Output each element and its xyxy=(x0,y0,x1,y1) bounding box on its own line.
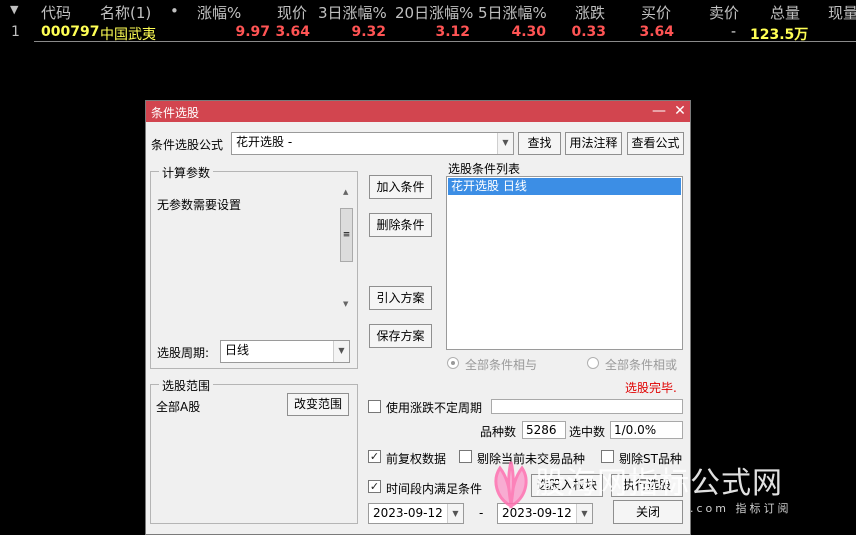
header-pct3[interactable]: 3日涨幅% xyxy=(318,2,387,23)
header-name[interactable]: 名称(1) xyxy=(100,2,151,23)
import-plan-button[interactable]: 引入方案 xyxy=(369,286,432,310)
all-or-label: 全部条件相或 xyxy=(605,358,678,372)
period-select[interactable]: 日线 ▼ xyxy=(220,340,350,363)
time-range-label: 时间段内满足条件 xyxy=(386,482,483,496)
scroll-down-icon[interactable]: ▼ xyxy=(343,300,348,308)
range-value: 全部A股 xyxy=(156,400,201,414)
header-change[interactable]: 涨跌 xyxy=(575,2,605,23)
find-button[interactable]: 查找 xyxy=(518,132,561,155)
all-and-label: 全部条件相与 xyxy=(465,358,538,372)
count-label: 品种数 xyxy=(480,425,517,439)
header-dot: • xyxy=(170,2,179,20)
pre-adjust-label: 前复权数据 xyxy=(386,452,447,466)
table-row[interactable]: 1 000797 中国武夷 9.97 3.64 9.32 3.12 4.30 0… xyxy=(0,22,856,43)
formula-select[interactable]: 花开选股 - ▼ xyxy=(231,132,514,155)
sort-down-icon[interactable]: ▼ xyxy=(10,3,18,16)
change-range-button[interactable]: 改变范围 xyxy=(287,393,349,416)
watermark-text: 股海网指标公式网 xyxy=(535,466,783,501)
time-range-checkbox[interactable]: ✓ xyxy=(368,480,381,493)
all-or-radio[interactable] xyxy=(587,357,599,369)
close-button[interactable]: 关闭 xyxy=(613,500,683,524)
row-price: 3.64 xyxy=(275,24,310,40)
quote-table-header: ▼ 代码 名称(1) • 涨幅% 现价 3日涨幅% 20日涨幅% 5日涨幅% 涨… xyxy=(0,0,856,22)
date-from-picker[interactable]: 2023-09-12 ▼ xyxy=(368,503,464,524)
header-pct[interactable]: 涨幅% xyxy=(197,2,241,23)
header-code[interactable]: 代码 xyxy=(41,2,71,23)
variable-period-label: 使用涨跌不定周期 xyxy=(386,401,483,415)
period-label: 选股周期: xyxy=(157,346,210,360)
view-formula-button[interactable]: 查看公式 xyxy=(627,132,684,155)
variable-period-field[interactable] xyxy=(491,399,683,414)
flower-logo-icon xyxy=(494,461,528,509)
date-separator: - xyxy=(479,506,484,520)
header-pct20[interactable]: 20日涨幅% xyxy=(395,2,473,23)
row-change: 0.33 xyxy=(571,24,606,40)
row-pct5: 4.30 xyxy=(511,24,546,40)
list-item[interactable]: 花开选股 日线 xyxy=(448,178,681,195)
condition-list[interactable]: 花开选股 日线 xyxy=(446,176,683,350)
selected-field: 1/0.0% xyxy=(610,421,683,439)
row-underline xyxy=(34,41,856,42)
formula-label: 条件选股公式 xyxy=(151,138,224,152)
delete-condition-button[interactable]: 删除条件 xyxy=(369,213,432,237)
scroll-up-icon[interactable]: ▲ xyxy=(343,188,348,196)
range-group-title: 选股范围 xyxy=(159,377,214,394)
range-group: 选股范围 全部A股 改变范围 xyxy=(150,377,358,524)
count-field: 5286 xyxy=(522,421,566,439)
dialog-titlebar[interactable]: 条件选股 — ✕ xyxy=(146,101,690,122)
chevron-down-icon[interactable]: ▼ xyxy=(447,504,463,523)
row-pct3: 9.32 xyxy=(351,24,386,40)
close-icon[interactable]: ✕ xyxy=(671,102,689,120)
formula-select-value: 花开选股 - xyxy=(236,135,293,149)
exclude-suspended-checkbox[interactable] xyxy=(459,450,472,463)
scroll-thumb[interactable]: ≡ xyxy=(340,208,353,262)
period-select-value: 日线 xyxy=(225,343,250,357)
status-text: 选股完毕. xyxy=(625,381,677,395)
minimize-icon[interactable]: — xyxy=(650,102,668,120)
selected-label: 选中数 xyxy=(569,425,606,439)
date-from-value: 2023-09-12 xyxy=(373,506,443,520)
row-index: 1 xyxy=(11,24,20,40)
header-bid[interactable]: 买价 xyxy=(641,2,671,23)
row-ask: - xyxy=(730,24,736,40)
usage-notes-button[interactable]: 用法注释 xyxy=(565,132,622,155)
dialog-title: 条件选股 xyxy=(151,106,200,120)
params-group: 计算参数 无参数需要设置 ▲ ≡ ▼ 选股周期: 日线 ▼ xyxy=(150,164,358,369)
watermark-subtext: .com 指标订阅 xyxy=(690,502,792,515)
params-text: 无参数需要设置 xyxy=(157,198,242,212)
chevron-down-icon[interactable]: ▼ xyxy=(497,133,513,154)
save-plan-button[interactable]: 保存方案 xyxy=(369,324,432,348)
chevron-down-icon[interactable]: ▼ xyxy=(576,504,592,523)
row-pct20: 3.12 xyxy=(435,24,470,40)
add-condition-button[interactable]: 加入条件 xyxy=(369,175,432,199)
header-volume[interactable]: 总量 xyxy=(770,2,800,23)
header-ask[interactable]: 卖价 xyxy=(709,2,739,23)
variable-period-checkbox[interactable] xyxy=(368,400,381,413)
pre-adjust-checkbox[interactable]: ✓ xyxy=(368,450,381,463)
header-price[interactable]: 现价 xyxy=(277,2,307,23)
params-scrollbar[interactable]: ▲ ≡ ▼ xyxy=(339,188,355,312)
chevron-down-icon[interactable]: ▼ xyxy=(333,341,349,362)
params-group-title: 计算参数 xyxy=(159,164,214,181)
condition-list-label: 选股条件列表 xyxy=(448,162,521,176)
header-cur-volume[interactable]: 现量 xyxy=(828,2,856,23)
row-code: 000797 xyxy=(41,24,100,40)
header-pct5[interactable]: 5日涨幅% xyxy=(478,2,547,23)
row-bid: 3.64 xyxy=(639,24,674,40)
all-and-radio[interactable] xyxy=(447,357,459,369)
